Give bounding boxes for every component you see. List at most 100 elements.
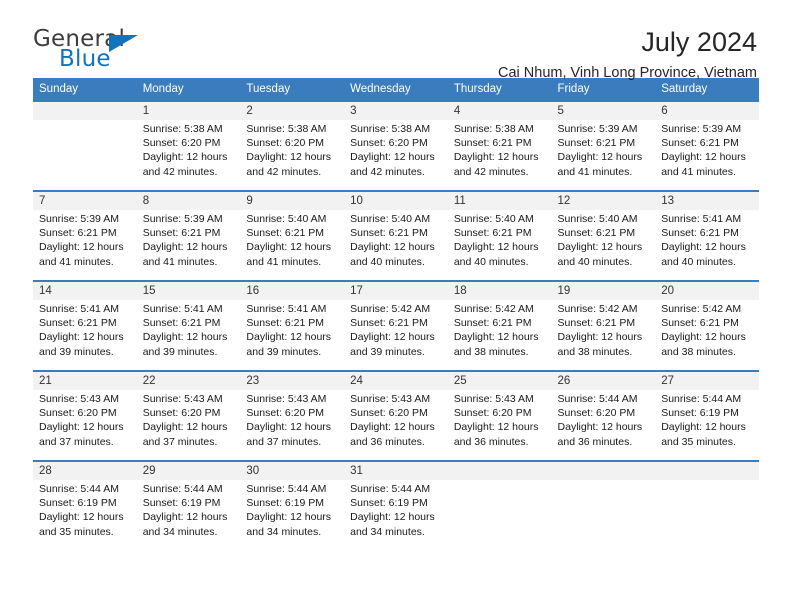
daylight-text-line2: and 36 minutes. bbox=[557, 435, 633, 448]
empty-day-cell bbox=[551, 480, 656, 550]
daylight-text-line2: and 41 minutes. bbox=[142, 255, 218, 268]
day-number[interactable]: 13 bbox=[655, 192, 759, 210]
sunrise-text: Sunrise: 5:43 AM bbox=[142, 393, 223, 405]
day-cell[interactable]: Sunrise: 5:40 AM Sunset: 6:21 PM Daylight:… bbox=[344, 210, 448, 280]
day-cell[interactable]: Sunrise: 5:43 AM Sunset: 6:20 PM Daylight:… bbox=[447, 390, 552, 460]
day-cell[interactable]: Sunrise: 5:38 AM Sunset: 6:21 PM Daylight:… bbox=[447, 120, 552, 190]
day-cell[interactable]: Sunrise: 5:39 AM Sunset: 6:21 PM Daylight:… bbox=[551, 120, 656, 190]
day-number[interactable]: 25 bbox=[447, 372, 552, 390]
day-cell[interactable]: Sunrise: 5:40 AM Sunset: 6:21 PM Daylight:… bbox=[240, 210, 345, 280]
sunset-text: Sunset: 6:20 PM bbox=[350, 137, 428, 150]
day-number[interactable]: 7 bbox=[33, 192, 137, 210]
sunset-text: Sunset: 6:21 PM bbox=[142, 317, 221, 330]
sunrise-text: Sunrise: 5:41 AM bbox=[142, 303, 223, 315]
daylight-text-line2: and 41 minutes. bbox=[39, 255, 114, 268]
sunset-text: Sunset: 6:21 PM bbox=[142, 227, 221, 240]
day-cell[interactable]: Sunrise: 5:44 AM Sunset: 6:19 PM Daylight:… bbox=[655, 390, 759, 460]
day-number[interactable]: 23 bbox=[240, 372, 345, 390]
day-cell[interactable]: Sunrise: 5:41 AM Sunset: 6:21 PM Daylight:… bbox=[655, 210, 759, 280]
day-number[interactable]: 20 bbox=[655, 282, 759, 300]
day-cell[interactable]: Sunrise: 5:41 AM Sunset: 6:21 PM Daylight:… bbox=[33, 300, 137, 370]
day-cell[interactable]: Sunrise: 5:43 AM Sunset: 6:20 PM Daylight:… bbox=[344, 390, 448, 460]
daylight-text-line1: Daylight: 12 hours bbox=[142, 511, 228, 524]
sunrise-text: Sunrise: 5:39 AM bbox=[39, 213, 119, 225]
day-cell[interactable]: Sunrise: 5:42 AM Sunset: 6:21 PM Daylight:… bbox=[344, 300, 448, 370]
day-number[interactable]: 2 bbox=[240, 102, 345, 120]
page-title: July 2024 bbox=[641, 27, 757, 57]
daylight-text-line1: Daylight: 12 hours bbox=[661, 331, 746, 344]
day-number[interactable]: 16 bbox=[240, 282, 345, 300]
day-number[interactable]: 4 bbox=[447, 102, 552, 120]
daylight-text-line1: Daylight: 12 hours bbox=[350, 331, 435, 344]
sunset-text: Sunset: 6:21 PM bbox=[557, 317, 636, 330]
sunset-text: Sunset: 6:21 PM bbox=[453, 317, 532, 330]
day-cell[interactable]: Sunrise: 5:38 AM Sunset: 6:20 PM Daylight:… bbox=[136, 120, 241, 190]
day-cell[interactable]: Sunrise: 5:44 AM Sunset: 6:19 PM Daylight:… bbox=[33, 480, 137, 550]
day-number[interactable]: 27 bbox=[655, 372, 759, 390]
daylight-text-line2: and 42 minutes. bbox=[142, 165, 218, 178]
day-number[interactable]: 26 bbox=[551, 372, 656, 390]
sunset-text: Sunset: 6:21 PM bbox=[453, 137, 532, 150]
daylight-text-line2: and 41 minutes. bbox=[246, 255, 322, 268]
sunrise-text: Sunrise: 5:43 AM bbox=[453, 393, 534, 405]
sunrise-text: Sunrise: 5:44 AM bbox=[350, 483, 431, 495]
sunrise-text: Sunrise: 5:40 AM bbox=[246, 213, 327, 225]
day-number[interactable]: 10 bbox=[344, 192, 448, 210]
day-number[interactable]: 9 bbox=[240, 192, 345, 210]
sunrise-text: Sunrise: 5:38 AM bbox=[142, 123, 223, 135]
daylight-text-line1: Daylight: 12 hours bbox=[350, 241, 435, 254]
day-number[interactable]: 24 bbox=[344, 372, 448, 390]
day-number[interactable]: 1 bbox=[136, 102, 241, 120]
day-number[interactable]: 14 bbox=[33, 282, 137, 300]
day-number[interactable]: 31 bbox=[344, 462, 448, 480]
weekday-header-wednesday: Wednesday bbox=[344, 78, 448, 100]
day-cell[interactable]: Sunrise: 5:40 AM Sunset: 6:21 PM Daylight:… bbox=[447, 210, 552, 280]
day-number[interactable]: 17 bbox=[344, 282, 448, 300]
sunrise-text: Sunrise: 5:38 AM bbox=[350, 123, 431, 135]
day-cell[interactable]: Sunrise: 5:39 AM Sunset: 6:21 PM Daylight:… bbox=[136, 210, 241, 280]
day-cell[interactable]: Sunrise: 5:42 AM Sunset: 6:21 PM Daylight:… bbox=[551, 300, 656, 370]
day-number[interactable]: 6 bbox=[655, 102, 759, 120]
day-number[interactable]: 21 bbox=[33, 372, 137, 390]
day-cell[interactable]: Sunrise: 5:43 AM Sunset: 6:20 PM Daylight:… bbox=[136, 390, 241, 460]
day-cell[interactable]: Sunrise: 5:44 AM Sunset: 6:19 PM Daylight:… bbox=[136, 480, 241, 550]
day-number[interactable]: 22 bbox=[136, 372, 241, 390]
day-cell[interactable]: Sunrise: 5:41 AM Sunset: 6:21 PM Daylight:… bbox=[240, 300, 345, 370]
day-cell[interactable]: Sunrise: 5:40 AM Sunset: 6:21 PM Daylight:… bbox=[551, 210, 656, 280]
day-cell[interactable]: Sunrise: 5:44 AM Sunset: 6:19 PM Daylight:… bbox=[344, 480, 448, 550]
sunset-text: Sunset: 6:20 PM bbox=[39, 407, 117, 420]
day-cell[interactable]: Sunrise: 5:39 AM Sunset: 6:21 PM Daylight:… bbox=[655, 120, 759, 190]
day-cell[interactable]: Sunrise: 5:44 AM Sunset: 6:19 PM Daylight:… bbox=[240, 480, 345, 550]
day-cell[interactable]: Sunrise: 5:38 AM Sunset: 6:20 PM Daylight:… bbox=[344, 120, 448, 190]
day-cell[interactable]: Sunrise: 5:42 AM Sunset: 6:21 PM Daylight:… bbox=[447, 300, 552, 370]
daylight-text-line2: and 36 minutes. bbox=[453, 435, 529, 448]
general-blue-logo[interactable]: General Blue bbox=[33, 28, 233, 76]
day-cell[interactable]: Sunrise: 5:38 AM Sunset: 6:20 PM Daylight:… bbox=[240, 120, 345, 190]
day-number[interactable]: 8 bbox=[136, 192, 241, 210]
day-cell[interactable]: Sunrise: 5:44 AM Sunset: 6:20 PM Daylight:… bbox=[551, 390, 656, 460]
day-cell[interactable]: Sunrise: 5:43 AM Sunset: 6:20 PM Daylight:… bbox=[33, 390, 137, 460]
sunset-text: Sunset: 6:21 PM bbox=[246, 227, 325, 240]
day-number[interactable]: 28 bbox=[33, 462, 137, 480]
day-number[interactable]: 30 bbox=[240, 462, 345, 480]
day-number[interactable]: 12 bbox=[551, 192, 656, 210]
day-number[interactable]: 18 bbox=[447, 282, 552, 300]
daylight-text-line2: and 42 minutes. bbox=[453, 165, 529, 178]
sunset-text: Sunset: 6:21 PM bbox=[557, 227, 636, 240]
daylight-text-line1: Daylight: 12 hours bbox=[453, 421, 539, 434]
day-cell[interactable]: Sunrise: 5:41 AM Sunset: 6:21 PM Daylight:… bbox=[136, 300, 241, 370]
day-cell[interactable]: Sunrise: 5:39 AM Sunset: 6:21 PM Daylight:… bbox=[33, 210, 137, 280]
day-number[interactable]: 11 bbox=[447, 192, 552, 210]
day-cell[interactable]: Sunrise: 5:42 AM Sunset: 6:21 PM Daylight:… bbox=[655, 300, 759, 370]
sunset-text: Sunset: 6:19 PM bbox=[661, 407, 739, 420]
day-number[interactable]: 5 bbox=[551, 102, 656, 120]
day-number[interactable]: 3 bbox=[344, 102, 448, 120]
day-number[interactable]: 19 bbox=[551, 282, 656, 300]
page-subtitle: Cai Nhum, Vinh Long Province, Vietnam bbox=[498, 65, 757, 82]
sunrise-text: Sunrise: 5:42 AM bbox=[557, 303, 638, 315]
day-number[interactable]: 29 bbox=[136, 462, 241, 480]
sunrise-text: Sunrise: 5:44 AM bbox=[661, 393, 742, 405]
day-cell[interactable]: Sunrise: 5:43 AM Sunset: 6:20 PM Daylight:… bbox=[240, 390, 345, 460]
day-number[interactable]: 15 bbox=[136, 282, 241, 300]
sunset-text: Sunset: 6:19 PM bbox=[350, 497, 428, 510]
